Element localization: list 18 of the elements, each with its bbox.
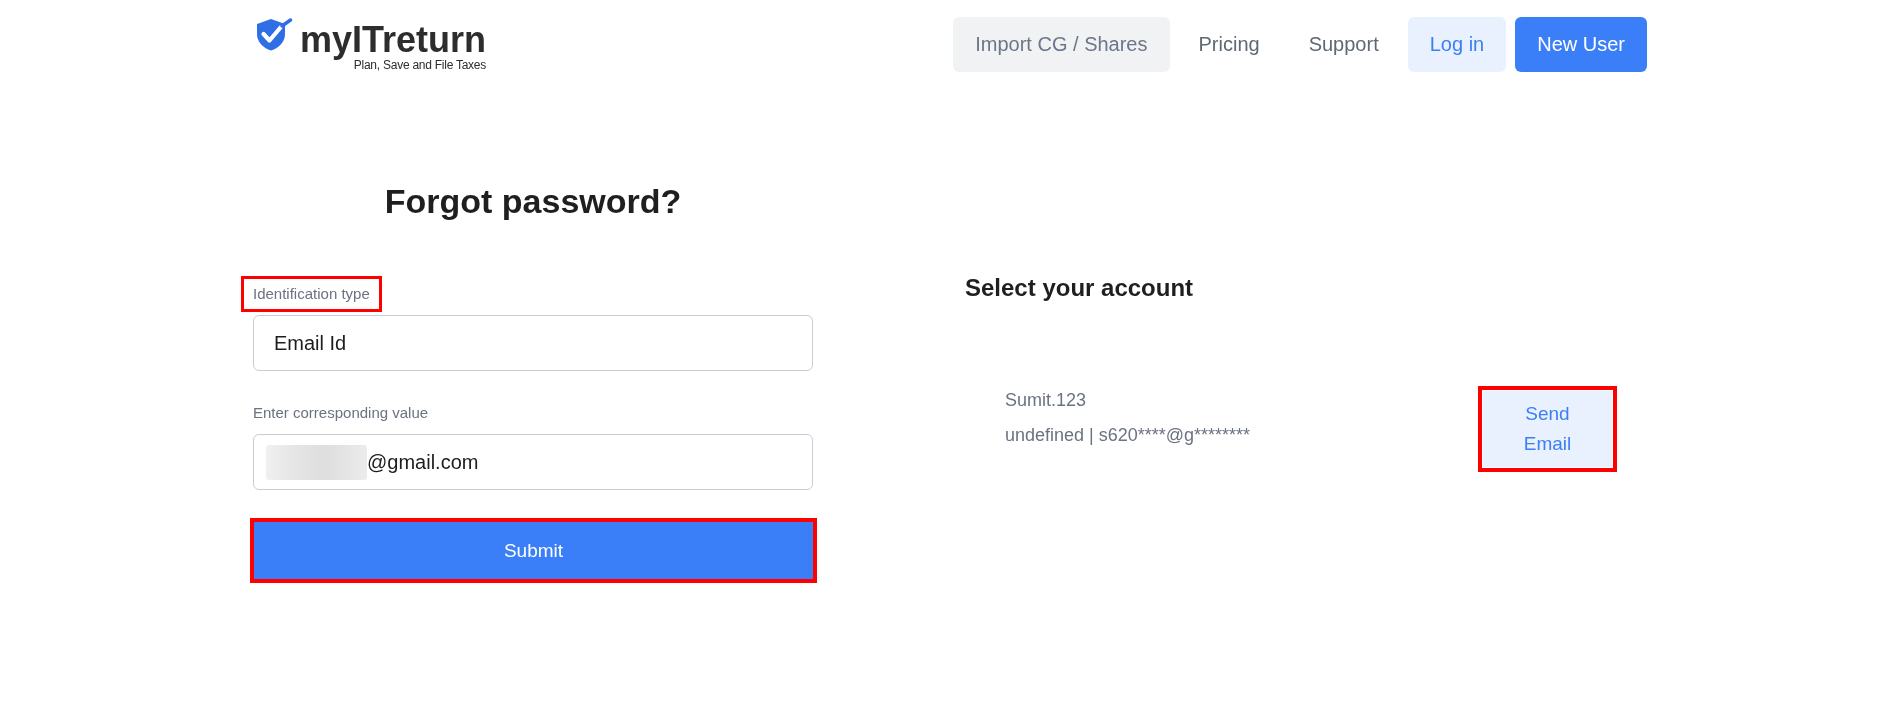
section-title: Select your account <box>965 273 1195 303</box>
input-field[interactable]: Email Id <box>253 315 813 371</box>
nav-link[interactable]: Pricing <box>1178 17 1280 72</box>
input-field[interactable]: @gmail.com <box>253 434 813 490</box>
account-details: undefined | s620****@g******** <box>1005 424 1251 447</box>
send-email-button[interactable]: Send Email <box>1478 386 1617 472</box>
field-label: Enter corresponding value <box>252 403 430 423</box>
shield-check-icon <box>255 18 293 51</box>
nav-button[interactable]: Log in <box>1407 17 1507 72</box>
logo-tagline: Plan, Save and File Taxes <box>353 58 487 73</box>
account-username: Sumit.123 <box>1005 389 1088 412</box>
page-title: Forgot password? <box>383 181 683 222</box>
submit-button[interactable]: Submit <box>250 518 817 583</box>
nav-button[interactable]: New User <box>1515 17 1647 72</box>
nav-button[interactable]: Import CG / Shares <box>953 17 1170 72</box>
logo-wordmark[interactable]: myITreturn <box>300 22 487 58</box>
nav-link[interactable]: Support <box>1288 17 1399 72</box>
field-label: Identification type <box>241 276 382 312</box>
